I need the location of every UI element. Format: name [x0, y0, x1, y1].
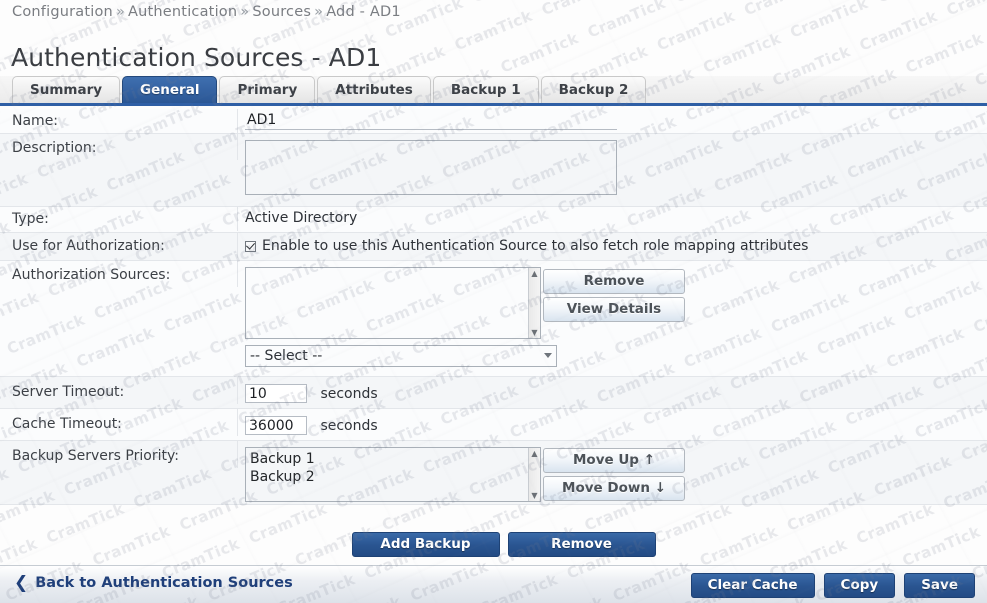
backup-servers-listbox[interactable]: Backup 1 Backup 2 ▲ ▼ [245, 447, 541, 502]
label-name: Name: [0, 109, 238, 133]
field-name [238, 109, 987, 133]
row-backup-servers-priority: Backup Servers Priority: Backup 1 Backup… [0, 441, 987, 505]
label-type: Type: [0, 207, 238, 231]
breadcrumb-separator: » [237, 4, 252, 20]
server-timeout-input[interactable] [245, 384, 307, 403]
row-server-timeout: Server Timeout: seconds [0, 377, 987, 409]
breadcrumb-item-authentication[interactable]: Authentication [128, 4, 237, 20]
footer-bar: ❮ Back to Authentication Sources Clear C… [0, 565, 987, 603]
breadcrumb-item-sources[interactable]: Sources [252, 4, 311, 20]
list-item[interactable]: Backup 1 [250, 450, 536, 468]
add-backup-button[interactable]: Add Backup [352, 532, 500, 557]
tab-summary[interactable]: Summary [12, 76, 120, 103]
authorization-sources-listbox[interactable]: ▲ ▼ [245, 267, 541, 339]
clear-cache-button[interactable]: Clear Cache [691, 573, 815, 598]
field-server-timeout: seconds [238, 377, 987, 406]
backup-actions: Add Backup Remove [0, 532, 987, 557]
field-cache-timeout: seconds [238, 409, 987, 438]
tab-backup-2[interactable]: Backup 2 [541, 76, 647, 103]
type-value: Active Directory [245, 210, 357, 226]
save-button[interactable]: Save [904, 573, 975, 598]
server-timeout-unit: seconds [320, 386, 377, 402]
label-description: Description: [0, 134, 238, 160]
scroll-down-icon[interactable]: ▼ [529, 490, 540, 501]
field-description [238, 134, 987, 202]
authorization-sources-buttons: Remove View Details [543, 269, 685, 322]
label-backup-servers-priority: Backup Servers Priority: [0, 441, 238, 468]
breadcrumb-separator: » [113, 4, 128, 20]
scroll-down-icon[interactable]: ▼ [529, 327, 540, 338]
authorization-sources-select-value: -- Select -- [250, 348, 322, 364]
name-input[interactable] [245, 112, 617, 130]
cache-timeout-unit: seconds [320, 418, 377, 434]
back-link-label: Back to Authentication Sources [35, 575, 292, 591]
label-cache-timeout: Cache Timeout: [0, 409, 238, 436]
page-title: Authentication Sources - AD1 [11, 43, 381, 72]
breadcrumb-separator: » [311, 4, 326, 20]
use-for-authorization-label: Enable to use this Authentication Source… [262, 238, 808, 254]
remove-backup-button[interactable]: Remove [508, 532, 656, 557]
chevron-down-icon [544, 353, 552, 358]
field-backup-servers-priority: Backup 1 Backup 2 ▲ ▼ Move Up ↑ Move Dow… [238, 441, 987, 505]
tab-backup-1[interactable]: Backup 1 [433, 76, 539, 103]
label-server-timeout: Server Timeout: [0, 377, 238, 404]
row-authorization-sources: Authorization Sources: ▲ ▼ -- Select -- … [0, 261, 987, 377]
cache-timeout-input[interactable] [245, 416, 307, 435]
field-authorization-sources: ▲ ▼ -- Select -- Remove View Details [238, 261, 987, 370]
row-cache-timeout: Cache Timeout: seconds [0, 409, 987, 441]
scroll-up-icon[interactable]: ▲ [529, 448, 540, 459]
general-form: Name: Description: Type: Active Director… [0, 109, 987, 505]
label-use-for-authorization: Use for Authorization: [0, 233, 238, 258]
authorization-sources-scrollbar[interactable]: ▲ ▼ [528, 268, 540, 338]
field-use-for-authorization: Enable to use this Authentication Source… [238, 233, 987, 257]
authorization-sources-select[interactable]: -- Select -- [245, 345, 557, 367]
backup-servers-buttons: Move Up ↑ Move Down ↓ [543, 448, 685, 501]
view-details-button[interactable]: View Details [543, 297, 685, 322]
scroll-up-icon[interactable]: ▲ [529, 268, 540, 279]
tab-general[interactable]: General [122, 76, 217, 103]
copy-button[interactable]: Copy [824, 573, 896, 598]
row-description: Description: [0, 134, 987, 207]
row-use-for-authorization: Use for Authorization: Enable to use thi… [0, 233, 987, 261]
page-root: Configuration»Authentication»Sources»Add… [0, 0, 987, 603]
tab-attributes[interactable]: Attributes [317, 76, 431, 103]
footer-buttons: Clear Cache Copy Save [691, 573, 975, 598]
breadcrumb-item-configuration[interactable]: Configuration [12, 4, 113, 20]
backup-servers-scrollbar[interactable]: ▲ ▼ [528, 448, 540, 501]
move-down-button[interactable]: Move Down ↓ [543, 476, 685, 501]
tab-strip: Summary General Primary Attributes Backu… [0, 76, 987, 106]
breadcrumb: Configuration»Authentication»Sources»Add… [12, 4, 401, 20]
use-for-authorization-checkbox[interactable] [245, 241, 256, 252]
list-item[interactable]: Backup 2 [250, 468, 536, 486]
tab-primary[interactable]: Primary [219, 76, 315, 103]
breadcrumb-item-current: Add - AD1 [326, 4, 401, 20]
chevron-left-icon: ❮ [14, 576, 28, 591]
label-authorization-sources: Authorization Sources: [0, 261, 238, 287]
row-type: Type: Active Directory [0, 207, 987, 233]
remove-authorization-source-button[interactable]: Remove [543, 269, 685, 294]
field-type: Active Directory [238, 207, 987, 229]
row-name: Name: [0, 109, 987, 134]
description-textarea[interactable] [245, 140, 617, 195]
back-to-authentication-sources-link[interactable]: ❮ Back to Authentication Sources [14, 575, 293, 591]
move-up-button[interactable]: Move Up ↑ [543, 448, 685, 473]
